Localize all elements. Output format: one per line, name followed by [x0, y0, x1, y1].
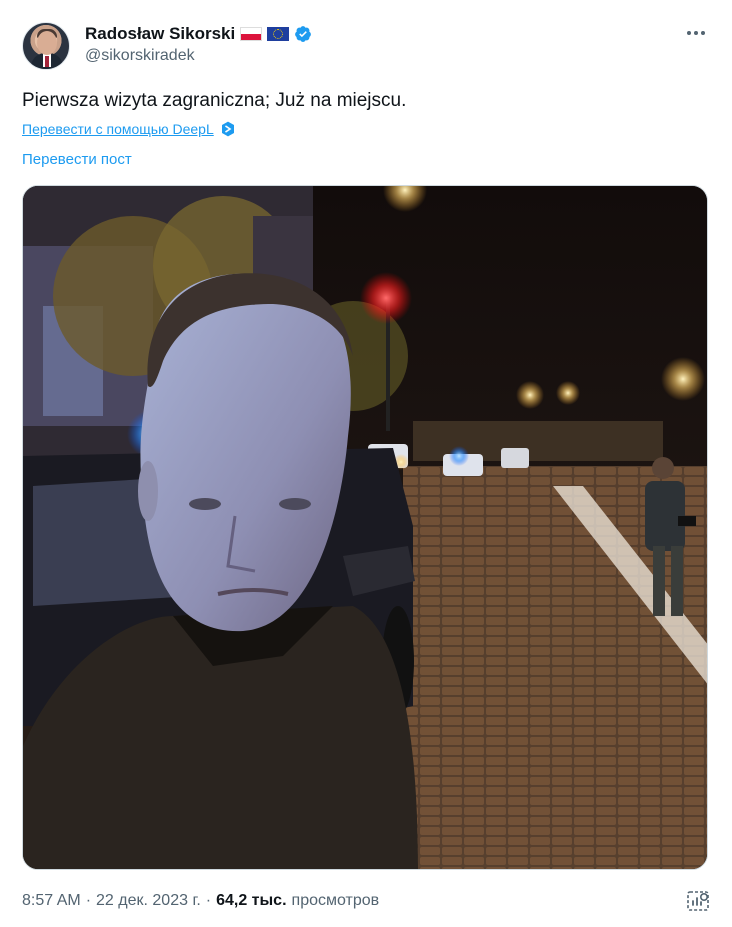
deepl-logo-icon — [221, 121, 234, 137]
tweet-meta: 8:57 AM · 22 дек. 2023 г. · 64,2 тыс. пр… — [22, 892, 379, 910]
author-name-row: Radosław Sikorski — [85, 22, 312, 46]
deepl-translate-link[interactable]: Перевести с помощью DeepL — [22, 121, 214, 137]
tweet-time[interactable]: 8:57 AM — [22, 892, 81, 910]
more-options-icon[interactable] — [684, 24, 708, 42]
deepl-translate-row: Перевести с помощью DeepL — [22, 121, 236, 137]
meta-separator: · — [205, 892, 212, 909]
tweet-date[interactable]: 22 дек. 2023 г. — [96, 892, 201, 910]
author-handle[interactable]: @sikorskiradek — [85, 47, 195, 65]
meta-separator: · — [85, 892, 92, 909]
translate-post-link[interactable]: Перевести пост — [22, 151, 132, 168]
author-display-name[interactable]: Radosław Sikorski — [85, 24, 235, 44]
night-street-selfie-image — [23, 186, 707, 869]
flag-poland-icon — [240, 27, 263, 41]
avatar[interactable] — [22, 22, 70, 70]
views-label: просмотров — [291, 892, 380, 909]
tweet-header: Radosław Sikorski @sikorskiradek — [22, 20, 712, 72]
flag-eu-icon — [267, 27, 290, 41]
analytics-icon[interactable] — [686, 889, 710, 913]
tweet-photo[interactable] — [22, 185, 708, 870]
views-count: 64,2 тыс. — [216, 892, 287, 909]
tweet-text: Pierwsza wizyta zagraniczna; Już na miej… — [22, 90, 407, 111]
verified-badge-icon[interactable] — [294, 25, 312, 43]
